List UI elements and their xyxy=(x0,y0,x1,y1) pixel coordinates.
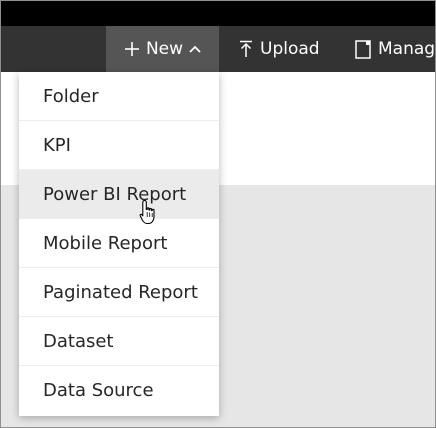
manage-button[interactable]: Manage xyxy=(355,26,436,72)
upload-icon xyxy=(239,40,253,58)
chevron-up-icon xyxy=(189,45,201,53)
new-button[interactable]: New xyxy=(106,26,219,72)
document-icon xyxy=(355,39,371,59)
app-window: New Upload Manag Folder KPI Power BI Rep… xyxy=(0,0,436,428)
menu-item-folder[interactable]: Folder xyxy=(19,72,219,121)
menu-item-data-source[interactable]: Data Source xyxy=(19,366,219,416)
new-button-label: New xyxy=(145,39,184,59)
menu-item-dataset[interactable]: Dataset xyxy=(19,317,219,366)
plus-icon xyxy=(124,41,140,57)
menu-item-paginated-report[interactable]: Paginated Report xyxy=(19,268,219,317)
upload-button[interactable]: Upload xyxy=(239,26,320,72)
top-strip xyxy=(1,1,435,26)
toolbar: New Upload Manag xyxy=(1,26,435,72)
new-dropdown-menu: Folder KPI Power BI Report Mobile Report… xyxy=(19,72,219,416)
upload-button-label: Upload xyxy=(260,39,320,59)
manage-button-label: Manage xyxy=(378,39,436,59)
menu-item-kpi[interactable]: KPI xyxy=(19,121,219,170)
menu-item-power-bi-report[interactable]: Power BI Report xyxy=(19,170,219,219)
menu-item-mobile-report[interactable]: Mobile Report xyxy=(19,219,219,268)
